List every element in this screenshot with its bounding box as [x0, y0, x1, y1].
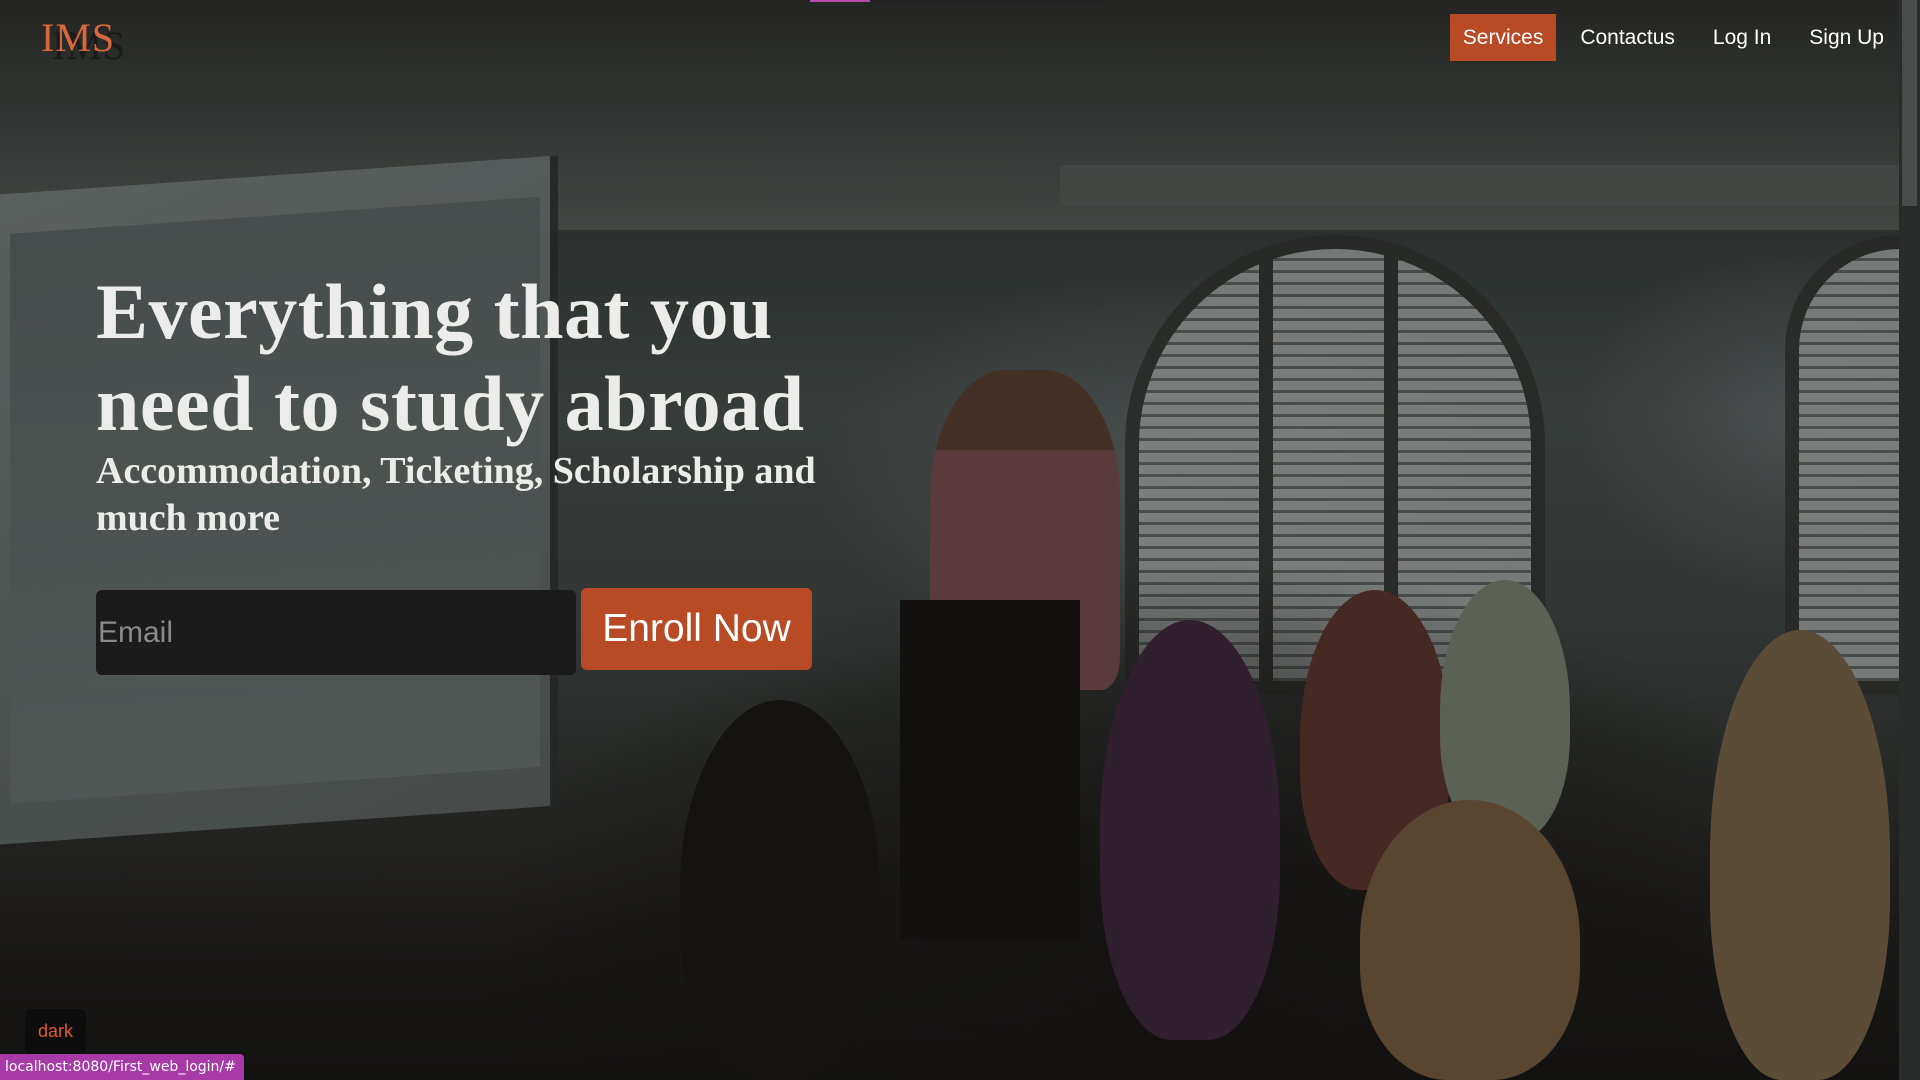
hero-subtitle: Accommodation, Ticketing, Scholarship an… [96, 450, 816, 539]
email-input[interactable] [96, 590, 576, 675]
status-bar-url: localhost:8080/First_web_login/# [0, 1054, 244, 1080]
top-accent-line [810, 0, 1110, 2]
theme-toggle-button[interactable]: dark [25, 1009, 86, 1054]
scrollbar-thumb[interactable] [1902, 0, 1917, 206]
nav-sign-up[interactable]: Sign Up [1795, 14, 1898, 61]
page: IMS IMS Services Contactus Log In Sign U… [0, 0, 1920, 1080]
vertical-scrollbar[interactable] [1899, 0, 1920, 1080]
enroll-now-button[interactable]: Enroll Now [581, 588, 812, 670]
nav-log-in[interactable]: Log In [1699, 14, 1785, 61]
nav-contactus[interactable]: Contactus [1566, 14, 1689, 61]
logo[interactable]: IMS [41, 14, 115, 61]
top-nav: Services Contactus Log In Sign Up [1440, 14, 1898, 61]
hero-title: Everything that you need to study abroad [96, 268, 805, 447]
nav-services[interactable]: Services [1449, 14, 1557, 61]
